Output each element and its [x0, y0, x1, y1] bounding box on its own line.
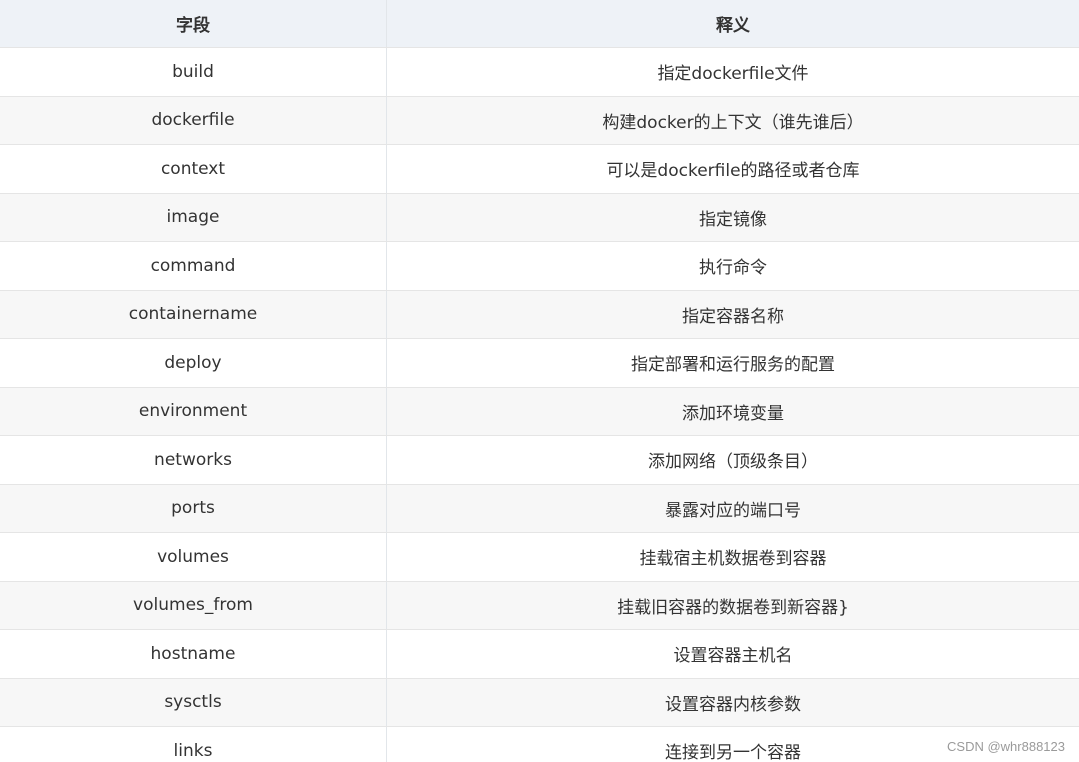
meaning-cell: 指定镜像 [386, 193, 1079, 242]
field-cell: deploy [0, 338, 387, 388]
field-cell: ports [0, 484, 387, 533]
table-row: image 指定镜像 [0, 193, 1079, 242]
table-row: dockerfile 构建docker的上下文（谁先谁后） [0, 96, 1079, 145]
field-cell: volumes [0, 532, 387, 582]
meaning-cell: 设置容器主机名 [386, 629, 1079, 679]
meaning-cell: 指定容器名称 [386, 290, 1079, 339]
table-row: networks 添加网络（顶级条目） [0, 435, 1079, 485]
field-cell: hostname [0, 629, 387, 679]
meaning-cell: 挂载旧容器的数据卷到新容器} [386, 581, 1079, 630]
field-cell: command [0, 241, 387, 291]
table-row: hostname 设置容器主机名 [0, 629, 1079, 679]
meaning-cell: 指定dockerfile文件 [386, 47, 1079, 97]
field-cell: links [0, 726, 387, 762]
meaning-cell: 挂载宿主机数据卷到容器 [386, 532, 1079, 582]
meaning-cell: 添加网络（顶级条目） [386, 435, 1079, 485]
table-row: command 执行命令 [0, 241, 1079, 291]
field-cell: image [0, 193, 387, 242]
header-row: 字段 释义 [0, 0, 1079, 48]
table-row: ports 暴露对应的端口号 [0, 484, 1079, 533]
meaning-cell: 设置容器内核参数 [386, 678, 1079, 727]
field-cell: build [0, 47, 387, 97]
fields-table: 字段 释义 build 指定dockerfile文件 dockerfile 构建… [0, 0, 1079, 762]
field-cell: context [0, 144, 387, 194]
field-cell: networks [0, 435, 387, 485]
meaning-cell: 可以是dockerfile的路径或者仓库 [386, 144, 1079, 194]
header-meaning: 释义 [386, 0, 1079, 48]
table-body: build 指定dockerfile文件 dockerfile 构建docker… [0, 47, 1079, 762]
table-row: links 连接到另一个容器 [0, 726, 1079, 762]
table-row: volumes 挂载宿主机数据卷到容器 [0, 532, 1079, 582]
meaning-cell: 指定部署和运行服务的配置 [386, 338, 1079, 388]
table-row: sysctls 设置容器内核参数 [0, 678, 1079, 727]
meaning-cell: 添加环境变量 [386, 387, 1079, 436]
table-row: context 可以是dockerfile的路径或者仓库 [0, 144, 1079, 194]
meaning-cell: 构建docker的上下文（谁先谁后） [386, 96, 1079, 145]
table-row: deploy 指定部署和运行服务的配置 [0, 338, 1079, 388]
field-cell: volumes_from [0, 581, 387, 630]
meaning-cell: 执行命令 [386, 241, 1079, 291]
table-row: containername 指定容器名称 [0, 290, 1079, 339]
watermark: CSDN @whr888123 [947, 739, 1065, 754]
header-field: 字段 [0, 0, 387, 48]
field-cell: environment [0, 387, 387, 436]
meaning-cell: 暴露对应的端口号 [386, 484, 1079, 533]
table-row: build 指定dockerfile文件 [0, 47, 1079, 97]
table-header: 字段 释义 [0, 0, 1079, 48]
table-row: volumes_from 挂载旧容器的数据卷到新容器} [0, 581, 1079, 630]
field-cell: sysctls [0, 678, 387, 727]
field-cell: dockerfile [0, 96, 387, 145]
table-row: environment 添加环境变量 [0, 387, 1079, 436]
field-cell: containername [0, 290, 387, 339]
